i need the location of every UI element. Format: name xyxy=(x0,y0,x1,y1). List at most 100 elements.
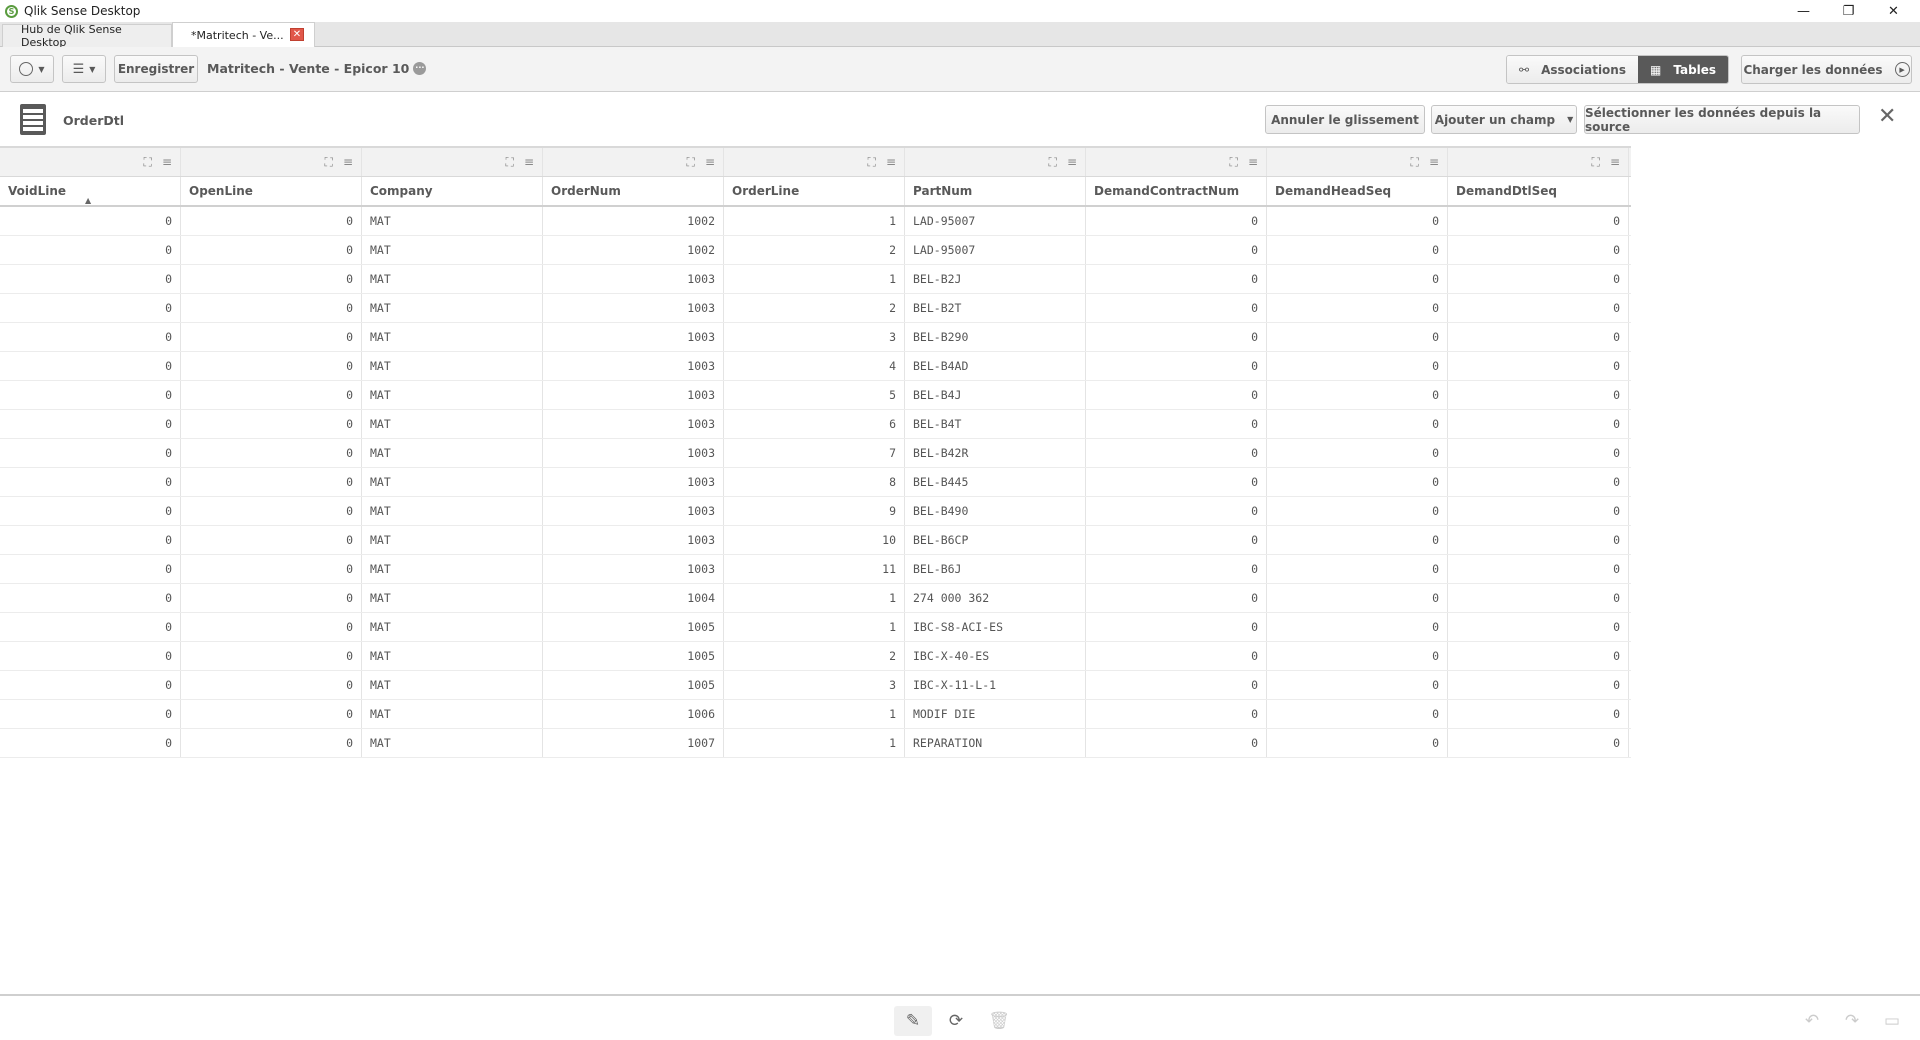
table-icon: ▦ xyxy=(1649,62,1662,77)
column-header[interactable]: PartNum xyxy=(905,177,1086,205)
save-button[interactable]: Enregistrer xyxy=(114,55,198,83)
table-cell: 0 xyxy=(1267,410,1448,438)
refresh-icon[interactable]: ⟳ xyxy=(937,1006,975,1036)
table-cell: MAT xyxy=(362,671,543,699)
expand-icon[interactable]: ⛶ xyxy=(144,155,152,170)
column-header[interactable]: VoidLine ▲ xyxy=(0,177,181,205)
tab-label: *Matritech - Ve... xyxy=(191,28,284,42)
table-cell: 0 xyxy=(1448,410,1629,438)
column-menu-icon[interactable]: ≡ xyxy=(1067,155,1077,169)
table-cell: 1003 xyxy=(543,526,724,554)
column-menu-icon[interactable]: ≡ xyxy=(343,155,353,169)
redo-icon[interactable]: ↷ xyxy=(1833,1006,1871,1036)
column-menu-icon[interactable]: ≡ xyxy=(162,155,172,169)
table-cell: 1005 xyxy=(543,671,724,699)
table-cell: 1003 xyxy=(543,265,724,293)
table-cell: 0 xyxy=(1086,584,1267,612)
table-cell: MAT xyxy=(362,439,543,467)
table-cell: 0 xyxy=(0,700,181,728)
add-field-button[interactable]: Ajouter un champ ▼ xyxy=(1431,105,1577,134)
tab-hub[interactable]: Hub de Qlik Sense Desktop xyxy=(2,23,172,49)
edit-pencil-icon[interactable]: ✎ xyxy=(894,1006,932,1036)
expand-icon[interactable]: ⛶ xyxy=(1230,155,1238,170)
table-cell: 0 xyxy=(1086,642,1267,670)
panel-toggle-icon[interactable]: ▭ xyxy=(1873,1006,1911,1036)
table-cell: 274 000 362 xyxy=(905,584,1086,612)
table-cell: 1003 xyxy=(543,468,724,496)
table-cell: 0 xyxy=(1267,323,1448,351)
column-header-row: VoidLine ▲ OpenLine Company OrderNum OrderLin… xyxy=(0,177,1631,207)
column-header[interactable]: DemandDtlSeq xyxy=(1448,177,1629,205)
expand-icon[interactable]: ⛶ xyxy=(868,155,876,170)
table-cell: 0 xyxy=(181,729,362,757)
table-cell: 0 xyxy=(1267,671,1448,699)
column-header[interactable]: DemandHeadSeq xyxy=(1267,177,1448,205)
window-title: Qlik Sense Desktop xyxy=(24,4,141,18)
table-cell: 0 xyxy=(1086,671,1267,699)
column-menu-icon[interactable]: ≡ xyxy=(1610,155,1620,169)
chevron-down-icon: ▼ xyxy=(1567,115,1574,124)
table-cell: BEL-B6J xyxy=(905,555,1086,583)
tab-close-icon[interactable]: ✕ xyxy=(290,28,304,41)
table-row: 0 0 MAT 1004 1 274 000 362 0 0 0 xyxy=(0,584,1631,613)
column-menu-icon[interactable]: ≡ xyxy=(1429,155,1439,169)
table-cell: 0 xyxy=(0,381,181,409)
tab-app[interactable]: *Matritech - Ve... ✕ xyxy=(172,22,315,47)
load-data-button[interactable]: Charger les données ▶ xyxy=(1741,55,1912,84)
column-menu-icon[interactable]: ≡ xyxy=(705,155,715,169)
tab-label: Hub de Qlik Sense Desktop xyxy=(21,23,122,49)
column-menu-icon[interactable]: ≡ xyxy=(1248,155,1258,169)
table-cell: 0 xyxy=(1086,613,1267,641)
table-cell: 0 xyxy=(1267,584,1448,612)
delete-trash-icon[interactable]: 🗑 xyxy=(980,1006,1018,1036)
expand-icon[interactable]: ⛶ xyxy=(1592,155,1600,170)
column-tools: ⛶ ≡ xyxy=(1448,148,1629,176)
table-cell: 0 xyxy=(181,352,362,380)
table-cell: 1 xyxy=(724,584,905,612)
list-menu-button[interactable]: ☰ ▼ xyxy=(62,55,106,83)
table-cell: 1002 xyxy=(543,236,724,264)
column-header[interactable]: OpenLine xyxy=(181,177,362,205)
table-cell: 0 xyxy=(1448,613,1629,641)
close-window-button[interactable]: ✕ xyxy=(1871,0,1916,22)
expand-icon[interactable]: ⛶ xyxy=(506,155,514,170)
navigation-menu-button[interactable]: ▼ xyxy=(10,55,54,83)
undo-icon[interactable]: ↶ xyxy=(1793,1006,1831,1036)
sort-ascending-icon[interactable]: ▲ xyxy=(85,196,91,205)
more-icon[interactable]: ··· xyxy=(413,62,427,75)
table-icon xyxy=(20,104,46,135)
table-cell: 0 xyxy=(0,642,181,670)
tables-button[interactable]: ▦ Tables xyxy=(1637,56,1729,83)
table-row: 0 0 MAT 1003 4 BEL-B4AD 0 0 0 xyxy=(0,352,1631,381)
table-cell: REPARATION xyxy=(905,729,1086,757)
table-cell: BEL-B490 xyxy=(905,497,1086,525)
close-icon[interactable]: ✕ xyxy=(1878,104,1896,129)
column-header[interactable]: DemandContractNum xyxy=(1086,177,1267,205)
chevron-down-icon: ▼ xyxy=(89,64,96,74)
table-cell: 1 xyxy=(724,207,905,235)
table-cell: 0 xyxy=(1086,468,1267,496)
table-cell: BEL-B290 xyxy=(905,323,1086,351)
table-cell: 0 xyxy=(1086,526,1267,554)
select-source-button[interactable]: Sélectionner les données depuis la sourc… xyxy=(1584,105,1860,134)
expand-icon[interactable]: ⛶ xyxy=(1411,155,1419,170)
list-icon: ☰ xyxy=(72,61,85,77)
table-cell: 0 xyxy=(0,468,181,496)
expand-icon[interactable]: ⛶ xyxy=(325,155,333,170)
restore-button[interactable]: ❐ xyxy=(1826,0,1871,22)
associations-button[interactable]: ⚯ Associations xyxy=(1507,56,1638,83)
expand-icon[interactable]: ⛶ xyxy=(687,155,695,170)
table-cell: 0 xyxy=(181,613,362,641)
expand-icon[interactable]: ⛶ xyxy=(1049,155,1057,170)
column-menu-icon[interactable]: ≡ xyxy=(886,155,896,169)
minimize-button[interactable]: — xyxy=(1781,0,1826,22)
column-menu-icon[interactable]: ≡ xyxy=(524,155,534,169)
table-cell: 0 xyxy=(1086,323,1267,351)
column-header[interactable]: OrderLine xyxy=(724,177,905,205)
column-header[interactable]: OrderNum xyxy=(543,177,724,205)
table-cell: 1003 xyxy=(543,381,724,409)
table-cell: 1004 xyxy=(543,584,724,612)
table-row: 0 0 MAT 1003 8 BEL-B445 0 0 0 xyxy=(0,468,1631,497)
undo-drag-button[interactable]: Annuler le glissement xyxy=(1265,105,1425,134)
column-header[interactable]: Company xyxy=(362,177,543,205)
